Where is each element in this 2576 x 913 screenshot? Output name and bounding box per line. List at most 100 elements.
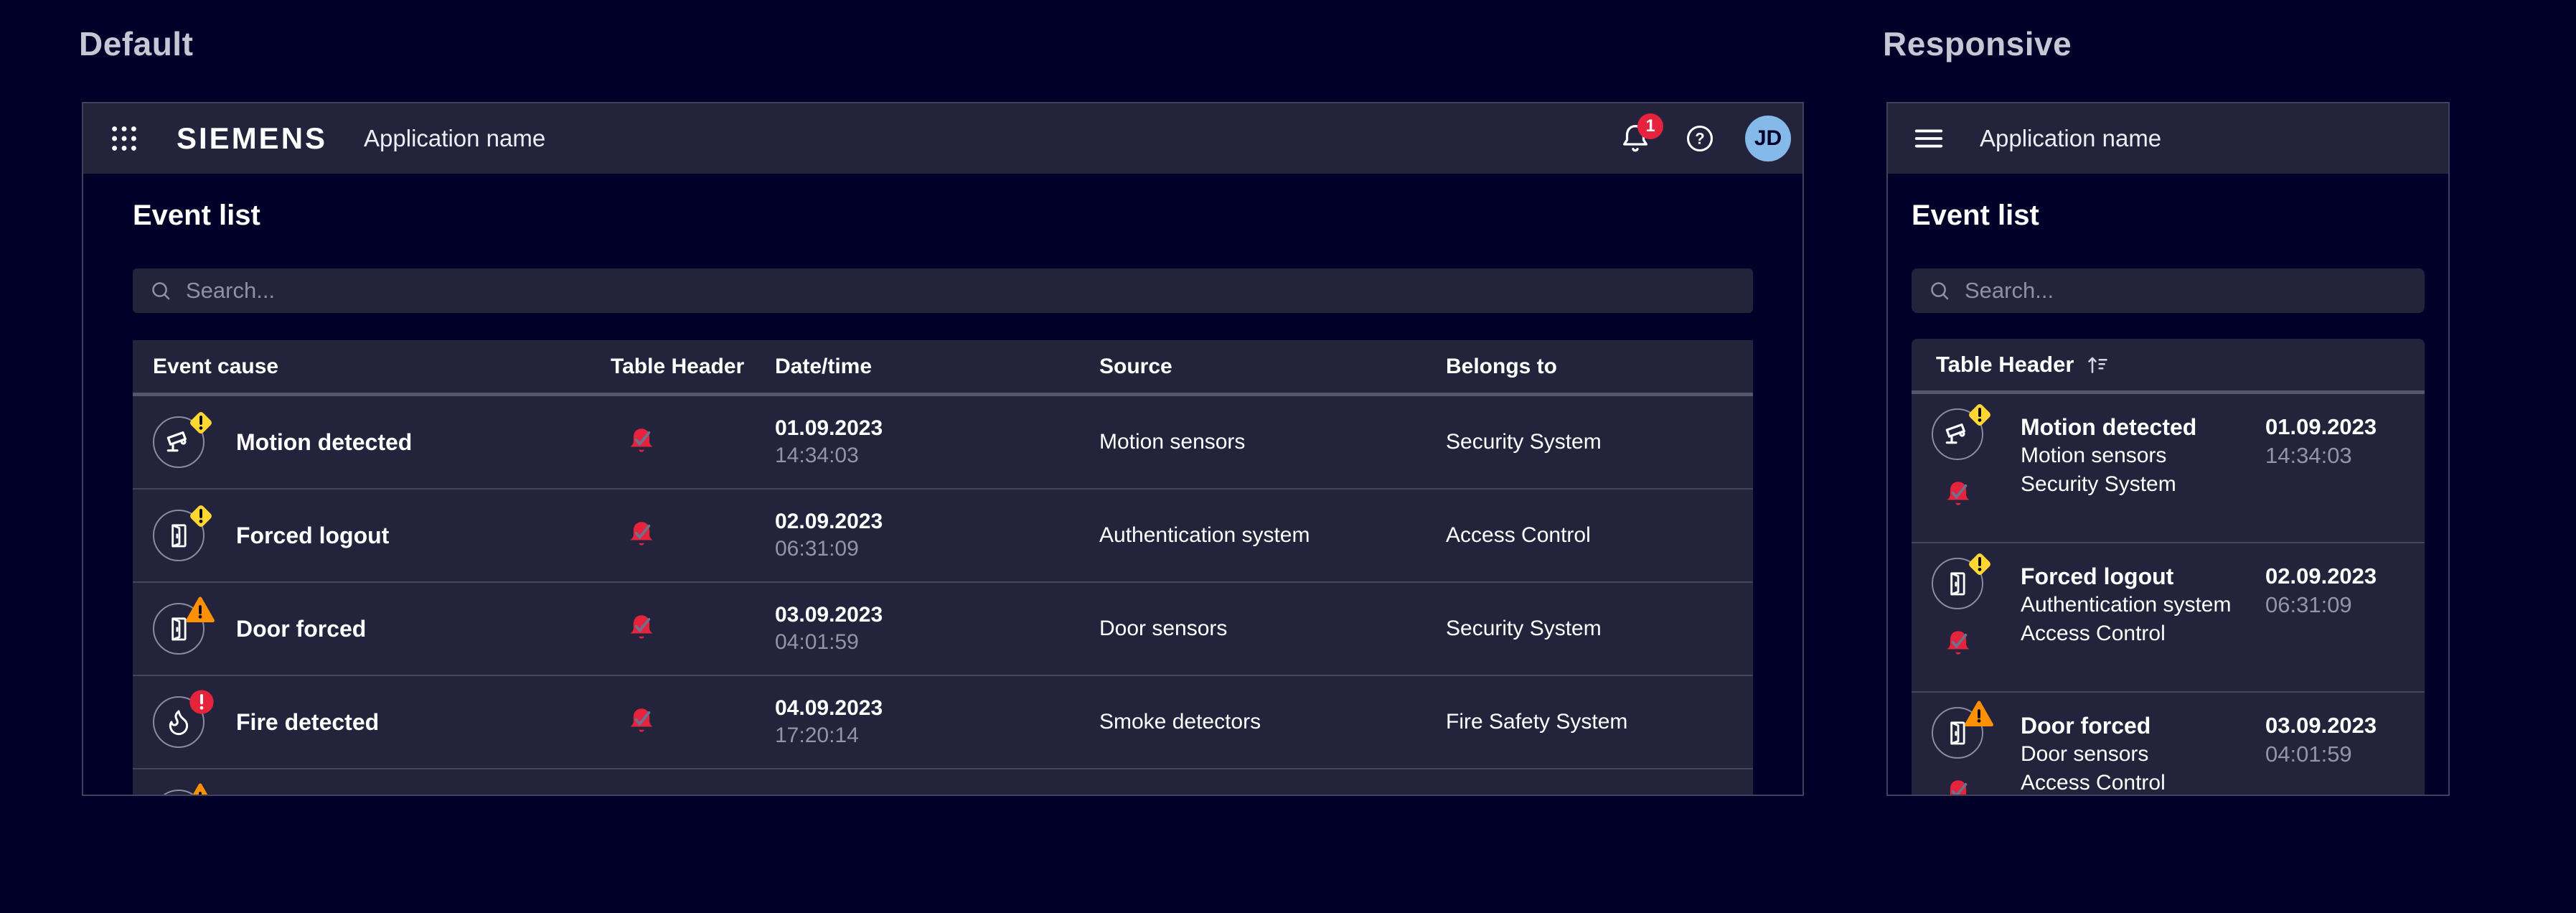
search-input[interactable]: Search... (133, 268, 1753, 313)
event-type-circle (153, 603, 205, 655)
alarm-acknowledged-icon (625, 426, 658, 459)
application-name: Application name (364, 125, 545, 152)
event-table: Event causeTable HeaderDate/timeSourceBe… (133, 340, 1753, 796)
event-time: 17:20:14 (775, 722, 859, 749)
responsive-content: Event list Search... Table Header (1888, 198, 2448, 796)
default-content: Event list Search... Event causeTable He… (83, 198, 1802, 796)
event-date: 03.09.2023 (775, 601, 883, 629)
column-header[interactable]: Source (1099, 355, 1446, 379)
event-cause: Motion detected (2021, 413, 2265, 441)
table-header-label: Table Header (1936, 352, 2074, 378)
event-belongs-to: Security System (1446, 396, 1753, 488)
event-source: Smoke detectors (1099, 676, 1446, 768)
responsive-demo-panel: Application name Event list Search... Ta… (1886, 102, 2450, 796)
search-placeholder: Search... (1965, 278, 2054, 304)
event-belongs-to: Security System (1446, 583, 1753, 675)
event-date: 01.09.2023 (2265, 413, 2425, 441)
table-row[interactable]: Fire detected 04.09.2023 17:20:14 Smoke … (133, 675, 1753, 768)
event-source: Motion sensors (2021, 441, 2265, 470)
event-type-circle (153, 416, 205, 468)
search-input-responsive[interactable]: Search... (1912, 268, 2425, 313)
siemens-logo: SIEMENS (177, 121, 327, 156)
event-belongs-to: Access Control (2021, 619, 2265, 648)
alarm-acknowledged-icon (1942, 628, 2021, 661)
application-name: Application name (1980, 125, 2161, 152)
event-type-circle (1932, 408, 1983, 460)
search-icon (149, 278, 173, 303)
event-cause: Door forced (236, 616, 366, 642)
event-time: 06:31:09 (2265, 591, 2425, 619)
column-header[interactable]: Belongs to (1446, 355, 1753, 379)
event-cause: Door forced (2021, 711, 2265, 740)
event-card[interactable]: Door forced Door sensors Access Control … (1912, 691, 2425, 796)
event-card-list: Table Header (1912, 339, 2425, 796)
notification-badge: 1 (1637, 113, 1663, 139)
warning-diamond-icon (186, 501, 216, 531)
event-source (1099, 769, 1446, 796)
app-header-responsive: Application name (1888, 103, 2448, 174)
event-date: 02.09.2023 (2265, 562, 2425, 591)
page-title: Event list (133, 198, 1753, 233)
section-title-responsive: Responsive (1883, 24, 2072, 63)
event-date: 04.09.2023 (775, 695, 883, 722)
notifications-button[interactable]: 1 (1619, 122, 1652, 155)
event-date: 01.09.2023 (775, 415, 883, 442)
svg-text:?: ? (1695, 130, 1704, 148)
event-cause: Motion detected (236, 429, 412, 456)
search-placeholder: Search... (186, 278, 275, 304)
event-type-circle (153, 696, 205, 748)
event-time: 14:34:03 (775, 442, 859, 469)
event-type-circle (1932, 558, 1983, 609)
event-belongs-to: Access Control (2021, 769, 2265, 796)
event-source: Door sensors (2021, 740, 2265, 769)
event-date: 02.09.2023 (775, 508, 883, 535)
event-time: 04:01:59 (2265, 740, 2425, 769)
default-demo-panel: SIEMENS Application name 1 ? JD Event li… (82, 102, 1804, 796)
event-cause: Forced logout (236, 523, 389, 549)
table-row[interactable]: Forced logout 02.09.2023 06:31:09 Authen… (133, 488, 1753, 581)
column-header[interactable]: Date/time (775, 355, 1099, 379)
event-belongs-to: Security System (2021, 470, 2265, 499)
event-cause: Fire detected (236, 709, 379, 736)
event-source: Authentication system (2021, 591, 2265, 619)
alarm-acknowledged-icon (625, 612, 658, 645)
alarm-acknowledged-icon (625, 706, 658, 739)
warning-diamond-icon (1965, 549, 1995, 579)
event-source: Motion sensors (1099, 396, 1446, 488)
event-source: Door sensors (1099, 583, 1446, 675)
alarm-acknowledged-icon (1942, 479, 2021, 512)
event-table-body: Motion detected 01.09.2023 14:34:03 Moti… (133, 396, 1753, 796)
column-header[interactable]: Table Header (611, 355, 775, 379)
event-belongs-to: Fire Safety System (1446, 676, 1753, 768)
help-button[interactable]: ? (1683, 122, 1716, 155)
table-header-sort[interactable]: Table Header (1912, 339, 2425, 394)
menu-icon[interactable] (1912, 122, 1945, 155)
event-card[interactable]: Motion detected Motion sensors Security … (1912, 394, 2425, 542)
table-row[interactable]: Door forced 03.09.2023 04:01:59 Door sen… (133, 581, 1753, 675)
warning-diamond-icon (186, 408, 216, 438)
column-header[interactable]: Event cause (133, 355, 611, 379)
app-switcher-icon[interactable] (108, 122, 141, 155)
event-time: 06:31:09 (775, 535, 859, 563)
event-type-circle (1932, 707, 1983, 759)
event-type-circle (153, 510, 205, 561)
warning-diamond-icon (1965, 400, 1995, 430)
alert-circle-icon (187, 688, 216, 716)
event-card[interactable]: Forced logout Authentication system Acce… (1912, 542, 2425, 691)
table-row[interactable]: 05.09.2023 (133, 768, 1753, 796)
event-belongs-to (1446, 769, 1753, 796)
table-row[interactable]: Motion detected 01.09.2023 14:34:03 Moti… (133, 396, 1753, 488)
event-source: Authentication system (1099, 490, 1446, 581)
user-avatar[interactable]: JD (1745, 116, 1791, 161)
event-type-circle (153, 790, 205, 796)
warning-triangle-icon (184, 781, 216, 796)
search-icon (1927, 278, 1952, 303)
sort-ascending-icon (2084, 352, 2110, 378)
event-time: 04:01:59 (775, 629, 859, 656)
event-belongs-to: Access Control (1446, 490, 1753, 581)
event-cause: Forced logout (2021, 562, 2265, 591)
event-time: 14:34:03 (2265, 441, 2425, 470)
alarm-acknowledged-icon (1942, 777, 2021, 796)
event-card-body: Motion detected Motion sensors Security … (1912, 394, 2425, 796)
event-date: 03.09.2023 (2265, 711, 2425, 740)
